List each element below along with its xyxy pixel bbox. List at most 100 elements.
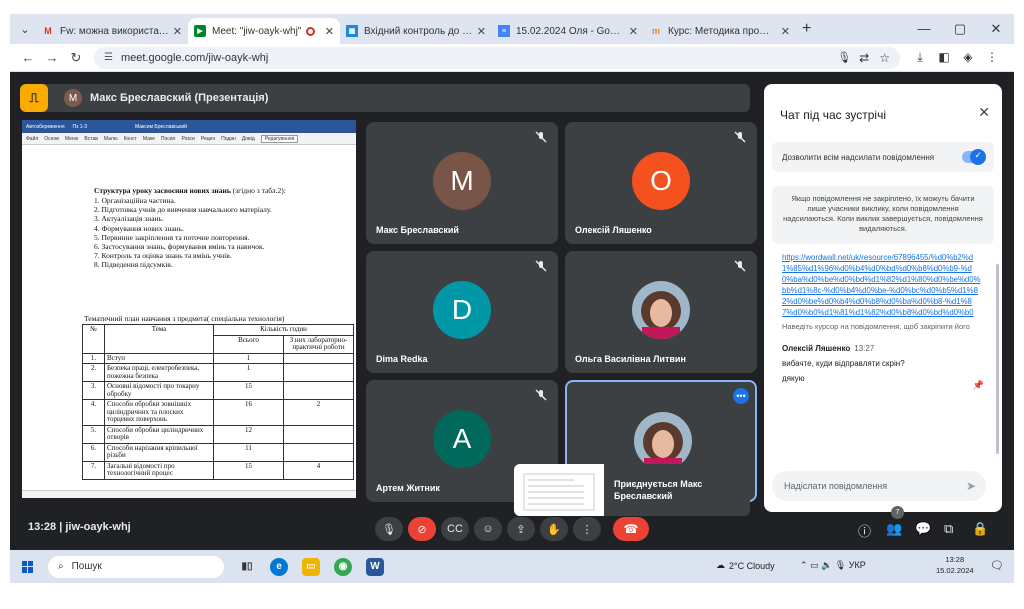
tab-title: Meet: "jiw-oayk-whj" <box>212 25 302 37</box>
check-icon: ✓ <box>974 150 982 160</box>
word-icon[interactable]: W <box>366 557 384 576</box>
th-lab: З них лабораторно-практичні роботи <box>283 334 354 354</box>
ribbon-tab: Малю <box>103 135 118 142</box>
list-item: 5. Первинне закріплення та поточне повто… <box>94 232 250 242</box>
cell-topic: Способи обробки циліндричних отворів <box>104 424 214 444</box>
mic-off-icon <box>734 260 746 272</box>
word-ribbon: Файл Основ Меню Встав Малю Конст Маке По… <box>22 133 356 145</box>
cell-lab <box>283 424 354 444</box>
tab-moodle[interactable]: m Курс: Методика професійног ✕ <box>644 18 796 44</box>
menu-icon[interactable]: ⋮ <box>980 50 1004 65</box>
reload-icon[interactable]: ↻ <box>64 50 88 66</box>
present-button[interactable]: ⇪ <box>507 517 535 541</box>
participant-tile[interactable]: D Dima Redka <box>366 251 558 373</box>
close-tab-icon[interactable]: ✕ <box>325 25 334 38</box>
tab-gmail[interactable]: M Fw: можна використати як вс ✕ <box>36 18 188 44</box>
extension-icon[interactable]: ◈ <box>956 50 980 65</box>
chrome-icon[interactable]: ◉ <box>334 557 352 576</box>
cell-total: 12 <box>213 424 284 444</box>
cell-topic: Загальні відомості про технологічний про… <box>104 460 214 480</box>
presentation-icon[interactable]: ⎍ <box>20 84 48 112</box>
ribbon-tab: Розси <box>181 135 195 142</box>
bookmark-star-icon[interactable]: ☆ <box>879 51 890 65</box>
tray-chevron-icon[interactable]: ⌃ <box>800 560 808 570</box>
participant-tile[interactable]: M Макс Бреславский <box>366 122 558 244</box>
taskbar-search[interactable]: ⌕ Пошук <box>48 555 224 578</box>
more-options-button[interactable]: ⋮ <box>573 517 601 541</box>
send-icon[interactable]: ➤ <box>966 479 976 493</box>
allow-messages-toggle[interactable]: ✓ <box>962 149 986 165</box>
close-tab-icon[interactable]: ✕ <box>781 25 790 38</box>
close-window-icon[interactable]: ✕ <box>978 14 1014 44</box>
participant-name: Dima Redka <box>376 354 428 364</box>
translate-icon[interactable]: ⇄ <box>859 51 869 65</box>
participant-tile[interactable]: Ольга Василівна Литвин <box>565 251 757 373</box>
participant-tile[interactable]: O Олексій Ляшенко <box>565 122 757 244</box>
th-hours: Кількість годин <box>213 324 354 336</box>
forms-icon: ▦ <box>346 25 358 37</box>
chat-input[interactable]: Надіслати повідомлення ➤ <box>772 471 986 501</box>
file-explorer-icon[interactable]: ▭ <box>302 557 320 576</box>
host-controls-icon[interactable]: 🔒 <box>972 521 988 537</box>
mic-permission-icon[interactable]: 🎙 <box>837 51 851 64</box>
pin-icon[interactable]: 📌 <box>973 380 984 391</box>
close-tab-icon[interactable]: ✕ <box>629 25 638 38</box>
end-call-button[interactable]: ☎ <box>613 517 649 541</box>
clock-time: 13:28 <box>945 555 965 564</box>
new-tab-button[interactable]: + <box>802 20 811 38</box>
camera-off-icon: ⊘ <box>417 523 427 536</box>
chat-icon[interactable]: 💬 <box>915 521 931 537</box>
hand-icon: ✋ <box>547 523 561 536</box>
raise-hand-button[interactable]: ✋ <box>540 517 568 541</box>
minimize-icon[interactable]: — <box>906 14 942 44</box>
tab-forms[interactable]: ▦ Вхідний контроль до Методик ✕ <box>340 18 492 44</box>
edge-icon[interactable]: e <box>270 557 288 576</box>
list-item: 2. Підготовка учнів до вивчення навчальн… <box>94 205 272 215</box>
forward-icon[interactable]: → <box>40 50 64 65</box>
chat-link[interactable]: https://wordwall.net/uk/resource/6789645… <box>782 252 982 318</box>
people-icon[interactable]: 👥 <box>886 521 902 537</box>
mic-button[interactable]: 🎙 <box>375 517 403 541</box>
heading-bold: Структура уроку засвоєння нових знань <box>94 186 231 195</box>
windows-start-icon[interactable] <box>22 560 34 573</box>
window-controls: — ▢ ✕ <box>906 14 1014 44</box>
address-bar[interactable]: ☰ meet.google.com/jiw-oayk-whj 🎙 ⇄ ☆ <box>94 46 900 69</box>
plan-title: Тематичний план навчання з предмета( спе… <box>84 314 285 323</box>
search-label: Пошук <box>71 561 102 572</box>
chat-message: дякую <box>782 374 805 383</box>
site-info-icon[interactable]: ☰ <box>104 52 113 63</box>
maximize-icon[interactable]: ▢ <box>942 14 978 44</box>
close-icon[interactable]: ✕ <box>978 104 990 121</box>
captions-button[interactable]: CC <box>441 517 469 541</box>
system-clock[interactable]: 13:28 15.02.2024 <box>936 554 974 576</box>
download-icon[interactable]: ⤓ <box>908 50 932 65</box>
system-tray[interactable]: ⌃ ▭ 🔉 🎙 УКР <box>800 560 866 571</box>
avatar: A <box>433 410 491 468</box>
close-tab-icon[interactable]: ✕ <box>477 25 486 38</box>
info-icon[interactable]: ⓘ <box>858 521 871 540</box>
activities-icon[interactable]: ⧉ <box>944 521 953 537</box>
chat-scrollbar[interactable] <box>996 264 999 454</box>
participant-count-badge: 7 <box>891 506 904 519</box>
cell-num: 2. <box>82 363 105 382</box>
notifications-icon[interactable]: 🗨 <box>990 559 1004 572</box>
task-view-icon[interactable]: ▮▯ <box>238 558 256 576</box>
weather-widget[interactable]: ☁ 2°C Cloudy <box>716 560 775 571</box>
participant-name: Артем Житник <box>376 483 440 493</box>
sidepanel-icon[interactable]: ◧ <box>932 50 956 65</box>
tab-meet[interactable]: ▶ Meet: "jiw-oayk-whj" ✕ <box>188 18 340 44</box>
cell-total: 1 <box>213 363 284 382</box>
meeting-info: 13:28 | jiw-oayk-whj <box>28 521 131 533</box>
reactions-button[interactable]: ☺ <box>474 517 502 541</box>
more-options-icon[interactable]: ••• <box>733 388 749 404</box>
recording-icon <box>305 26 315 36</box>
language-indicator[interactable]: УКР <box>849 560 866 570</box>
list-item: 6. Застосування знань, формування вмінь … <box>94 242 265 252</box>
camera-off-button[interactable]: ⊘ <box>408 517 436 541</box>
close-tab-icon[interactable]: ✕ <box>173 25 182 38</box>
presentation-title: Макс Бреславский (Презентація) <box>90 92 269 104</box>
back-icon[interactable]: ← <box>16 50 40 65</box>
tab-search-icon[interactable]: ⌄ <box>14 18 36 40</box>
tab-docs[interactable]: ≡ 15.02.2024 Оля - Google Доку ✕ <box>492 18 644 44</box>
cell-num: 3. <box>82 381 105 400</box>
